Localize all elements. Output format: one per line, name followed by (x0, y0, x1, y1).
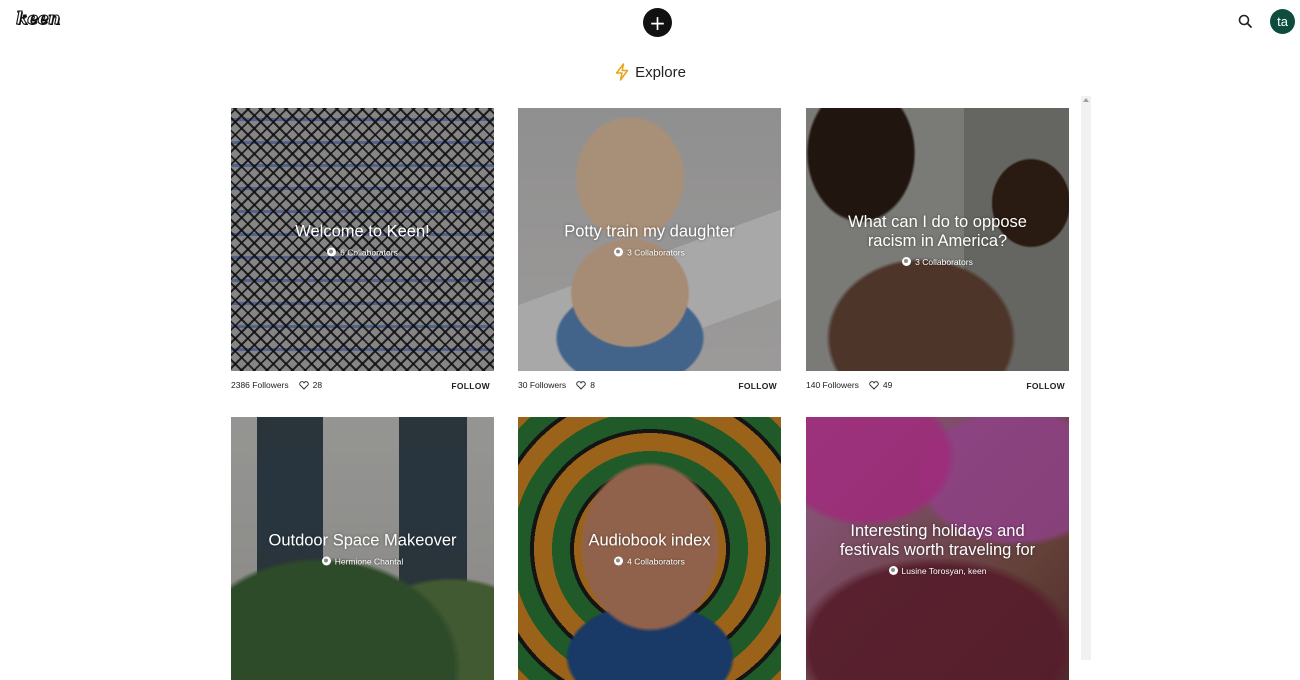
card-likes: 49 (882, 380, 893, 390)
card-image[interactable]: Audiobook index 4 Collaborators (518, 417, 781, 680)
lightning-icon (614, 63, 630, 81)
add-button[interactable]: + (643, 8, 672, 37)
globe-icon (321, 556, 331, 566)
card-collaborators: 4 Collaborators (627, 556, 685, 566)
card-oppose-racism: What can I do to oppose racism in Americ… (806, 108, 1069, 399)
card-title: Potty train my daughter (564, 222, 735, 240)
card-title: Outdoor Space Makeover (268, 531, 457, 549)
search-icon[interactable] (1236, 12, 1256, 32)
card-collaborators: 3 Collaborators (627, 247, 685, 257)
card-likes: 8 (590, 380, 595, 390)
card-author: Hermione Chantal (334, 556, 404, 566)
card-image[interactable]: Welcome to Keen! 6 Collaborators (231, 108, 494, 371)
follow-button[interactable]: FOLLOW (1026, 379, 1065, 391)
card-title: Interesting holidays and festivals worth… (839, 521, 1036, 559)
globe-icon (902, 257, 912, 266)
card-outdoor-space: Outdoor Space Makeover Hermione Chantal (231, 417, 494, 680)
globe-icon (327, 247, 337, 257)
heart-icon[interactable] (576, 380, 586, 390)
user-avatar[interactable]: ta (1270, 9, 1295, 34)
explore-heading: Explore (0, 63, 1300, 81)
card-meta: 2386 Followers 28 FOLLOW (231, 371, 494, 399)
explore-title: Explore (635, 63, 686, 81)
globe-icon (614, 247, 624, 257)
keen-logo[interactable]: keen (15, 8, 60, 29)
globe-icon (614, 556, 624, 566)
card-image[interactable]: Interesting holidays and festivals worth… (806, 417, 1069, 680)
card-image[interactable]: What can I do to oppose racism in Americ… (806, 108, 1069, 371)
card-title: Audiobook index (588, 531, 711, 549)
heart-icon[interactable] (869, 380, 879, 390)
card-title: What can I do to oppose racism in Americ… (848, 212, 1027, 250)
card-title: Welcome to Keen! (295, 222, 430, 240)
heart-icon[interactable] (298, 380, 309, 390)
card-followers: 140 Followers (806, 380, 859, 390)
card-meta: 30 Followers 8 FOLLOW (518, 371, 781, 399)
card-audiobook-index: Audiobook index 4 Collaborators (518, 417, 781, 680)
card-followers: 2386 Followers (231, 380, 289, 390)
card-image[interactable]: Outdoor Space Makeover Hermione Chantal (231, 417, 494, 680)
card-potty-train: Potty train my daughter 3 Collaborators … (518, 108, 781, 399)
card-image[interactable]: Potty train my daughter 3 Collaborators (518, 108, 781, 371)
follow-button[interactable]: FOLLOW (451, 379, 490, 391)
globe-icon (888, 566, 898, 575)
card-meta: 140 Followers 49 FOLLOW (806, 371, 1069, 399)
card-followers: 30 Followers (518, 380, 567, 390)
card-likes: 28 (312, 380, 323, 390)
card-collaborators: 6 Collaborators (340, 247, 398, 257)
top-bar: keen + ta (0, 0, 1300, 44)
card-collaborators: 3 Collaborators (915, 256, 973, 267)
card-author: Lusine Torosyan, keen (901, 565, 987, 576)
card-welcome-to-keen: Welcome to Keen! 6 Collaborators 2386 Fo… (231, 108, 494, 399)
card-interesting-holidays: Interesting holidays and festivals worth… (806, 417, 1069, 680)
scroll-up-arrow-icon[interactable] (1083, 98, 1089, 102)
scrollbar[interactable] (1081, 96, 1091, 660)
follow-button[interactable]: FOLLOW (738, 379, 777, 391)
